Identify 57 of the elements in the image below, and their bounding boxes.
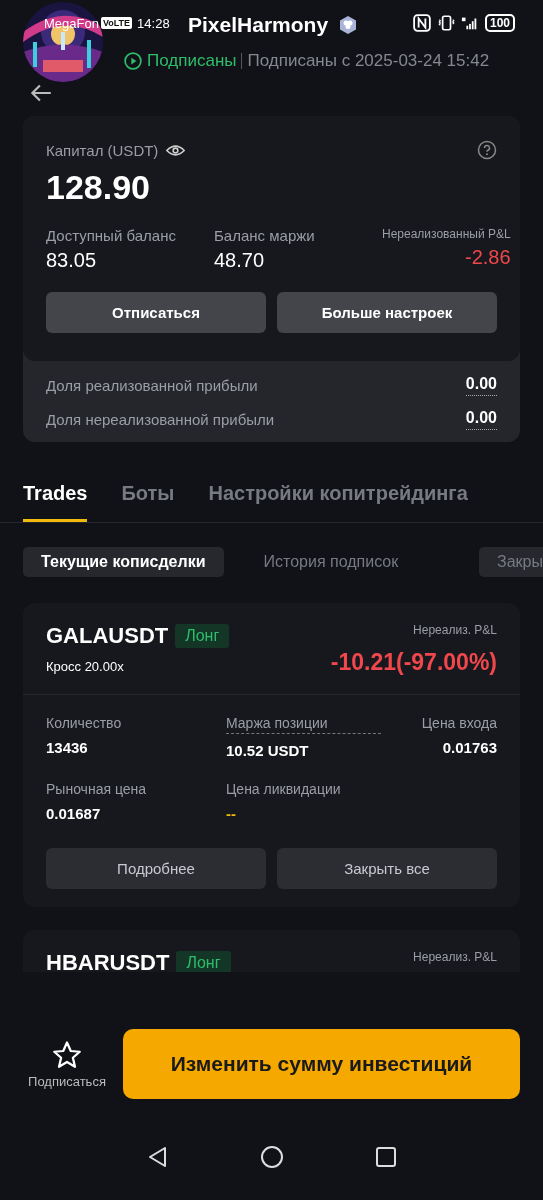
subscription-status: Подписаны [147,51,237,71]
field-value: 0.01763 [442,739,497,756]
recents-icon[interactable] [373,1145,398,1169]
help-icon[interactable] [477,140,497,160]
capital-value: 128.90 [46,168,151,207]
filter-tab[interactable]: История подписок [245,547,417,577]
star-icon[interactable] [52,1039,82,1070]
side-tag: Лонг [175,624,230,648]
position-button[interactable]: Закрыть все [277,848,497,889]
pnl-label: Нереализ. P&L [413,623,497,637]
clover-badge-icon [338,15,359,35]
stat-label: Доступный баланс [46,227,177,244]
pnl-label: Нереализ. P&L [413,950,497,964]
position-button[interactable]: Подробнее [46,848,266,889]
field-value: 10.52 USDT [226,742,309,759]
tab[interactable]: Trades [23,482,88,522]
profit-share-label: Доля реализованной прибыли [46,377,258,394]
profit-share-label: Доля нереализованной прибыли [46,411,275,428]
field-label: Рыночная цена [46,781,147,797]
vibrate-icon [436,14,455,32]
clock-time: 14:28 [137,15,170,31]
network-badge: VoLTE [100,17,133,29]
field-label: Маржа позиции [226,715,381,734]
stat-value: -2.86 [465,246,511,269]
stat-label: Нереализованный P&L [382,227,511,241]
capital-label: Капитал (USDT) [46,141,159,159]
tab[interactable]: Настройки копитрейдинга [208,482,468,522]
tab[interactable]: Боты [121,482,175,522]
margin-mode: Кросс 20.00x [46,659,125,674]
change-investment-button[interactable]: Изменить сумму инвестиций [123,1029,520,1099]
action-button[interactable]: Больше настроек [277,292,497,333]
subscribed-since: Подписаны с 2025-03-24 15:42 [247,51,490,71]
stat-value: 48.70 [214,249,266,272]
stat-value: 83.05 [46,249,98,272]
field-label: Цена ликвидации [226,781,341,797]
field-label: Цена входа [421,715,497,731]
eye-icon[interactable] [166,143,186,157]
side-tag: Лонг [176,951,231,972]
trader-name: PixelHarmony [188,13,329,37]
action-button[interactable]: Отписаться [46,292,266,333]
profit-share-value[interactable]: 0.00 [465,409,497,430]
stat-label: Баланс маржи [214,227,316,244]
field-value: 13436 [46,739,88,756]
field-value: -- [226,805,236,822]
field-value: 0.01687 [46,805,101,822]
field-label: Количество [46,715,122,731]
filter-tab[interactable]: Текущие кописделки [23,547,224,577]
home-icon[interactable] [259,1145,284,1169]
profit-share-value[interactable]: 0.00 [465,375,497,396]
carrier-name: MegaFon [44,15,99,31]
battery-level: 100 [484,14,515,32]
nfc-icon [412,14,431,32]
subscribe-label[interactable]: Подписаться [28,1073,106,1089]
play-icon [124,52,142,70]
symbol-name: HBARUSDT [46,950,170,972]
symbol-name: GALAUSDT [46,623,169,649]
pnl-value: -10.21(-97.00%) [330,649,497,676]
